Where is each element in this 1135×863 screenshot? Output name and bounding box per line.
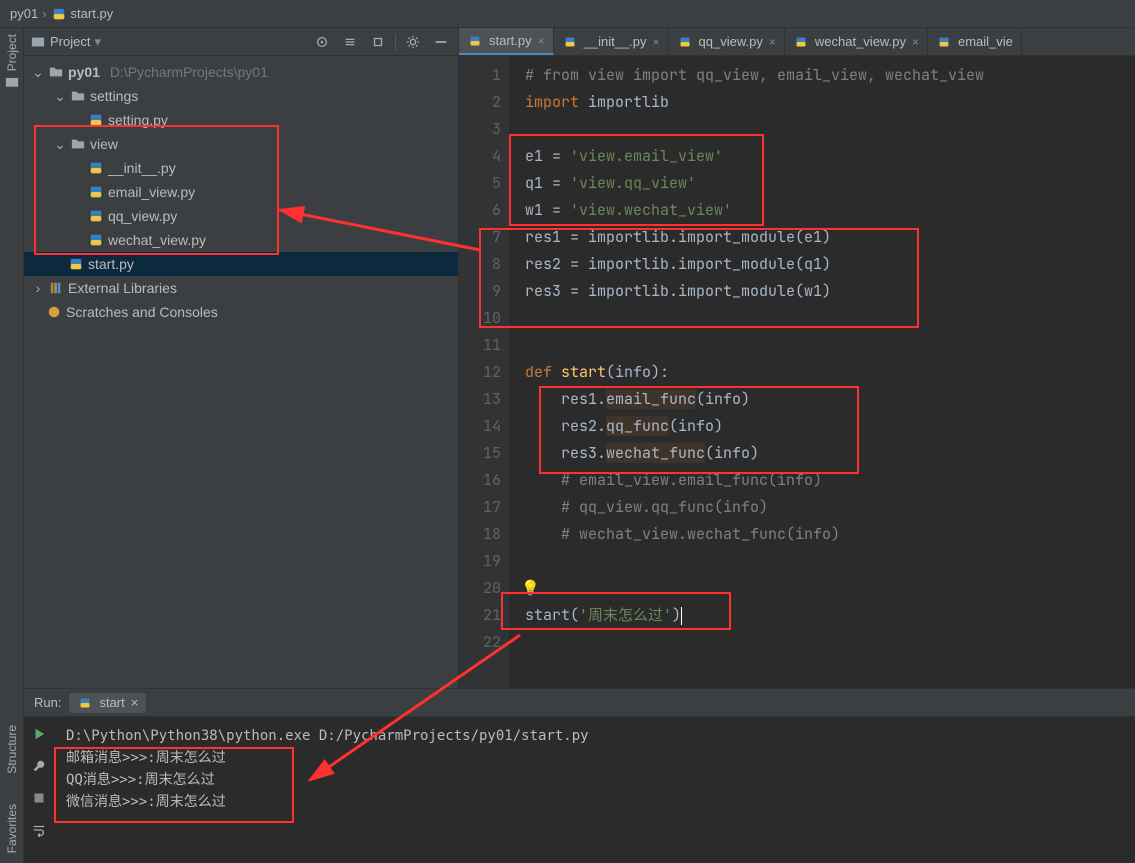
tab-email-view-py[interactable]: email_vie bbox=[928, 28, 1022, 55]
tree-scratches[interactable]: Scratches and Consoles bbox=[24, 300, 458, 324]
breadcrumb-file[interactable]: start.py bbox=[71, 6, 114, 21]
chevron-down-icon[interactable]: ⌄ bbox=[54, 88, 66, 105]
root-name: py01 bbox=[68, 64, 100, 80]
chevron-down-icon[interactable]: ⌄ bbox=[32, 64, 44, 81]
tree-email-view-py[interactable]: email_view.py bbox=[24, 180, 458, 204]
run-cmd-line: D:\Python\Python38\python.exe D:/Pycharm… bbox=[66, 725, 1123, 747]
run-play-icon[interactable] bbox=[28, 723, 50, 745]
expand-all-icon[interactable] bbox=[339, 31, 361, 53]
run-output-line: 邮箱消息>>>:周末怎么过 bbox=[66, 747, 1123, 769]
file-label: setting.py bbox=[108, 112, 168, 128]
file-label: qq_view.py bbox=[108, 208, 177, 224]
close-icon[interactable]: × bbox=[131, 695, 139, 710]
run-tool-window: Run: start × D:\Python\Python38\python.e… bbox=[24, 688, 1135, 863]
soft-wrap-icon[interactable] bbox=[28, 819, 50, 841]
library-icon bbox=[48, 280, 64, 296]
sidebar-title: Project bbox=[50, 34, 90, 49]
hide-icon[interactable] bbox=[430, 31, 452, 53]
chevron-right-icon: › bbox=[42, 6, 46, 21]
close-icon[interactable]: × bbox=[769, 35, 776, 49]
tree-init-py[interactable]: __init__.py bbox=[24, 156, 458, 180]
file-label: __init__.py bbox=[108, 160, 176, 176]
stop-icon[interactable] bbox=[28, 787, 50, 809]
folder-icon bbox=[48, 64, 64, 80]
locate-icon[interactable] bbox=[311, 31, 333, 53]
run-output-line: QQ消息>>>:周末怎么过 bbox=[66, 769, 1123, 791]
run-toolbar bbox=[24, 717, 54, 863]
collapse-all-icon[interactable] bbox=[367, 31, 389, 53]
scratch-icon bbox=[46, 304, 62, 320]
python-file-icon bbox=[88, 208, 104, 224]
python-file-icon bbox=[68, 256, 84, 272]
folder-icon bbox=[70, 136, 86, 152]
tree-view-folder[interactable]: ⌄ view bbox=[24, 132, 458, 156]
run-output-line: 微信消息>>>:周末怎么过 bbox=[66, 791, 1123, 813]
divider bbox=[395, 34, 396, 50]
tree-root[interactable]: ⌄ py01 D:\PycharmProjects\py01 bbox=[24, 60, 458, 84]
python-file-icon bbox=[88, 184, 104, 200]
tab-label: email_vie bbox=[958, 34, 1013, 49]
chevron-right-icon[interactable]: › bbox=[32, 280, 44, 296]
close-icon[interactable]: × bbox=[538, 34, 545, 48]
tree-label: External Libraries bbox=[68, 280, 177, 296]
tree-qq-view-py[interactable]: qq_view.py bbox=[24, 204, 458, 228]
text-caret bbox=[681, 607, 682, 625]
breadcrumb-project[interactable]: py01 bbox=[10, 6, 38, 21]
dropdown-icon[interactable]: ▾ bbox=[94, 34, 101, 50]
tree-settings-folder[interactable]: ⌄ settings bbox=[24, 84, 458, 108]
python-file-icon bbox=[88, 160, 104, 176]
breadcrumb: py01 › start.py bbox=[0, 0, 1135, 28]
python-file-icon bbox=[88, 112, 104, 128]
folder-label: settings bbox=[90, 88, 138, 104]
tab-start-py[interactable]: start.py × bbox=[459, 28, 554, 55]
sidebar-header: Project ▾ bbox=[24, 28, 458, 56]
run-config-tab[interactable]: start × bbox=[69, 693, 146, 713]
python-file-icon bbox=[936, 34, 952, 50]
python-file-icon bbox=[793, 34, 809, 50]
intention-bulb-icon[interactable]: 💡 bbox=[521, 575, 540, 602]
tab-label: start.py bbox=[489, 33, 532, 48]
close-icon[interactable]: × bbox=[653, 35, 660, 49]
tab-label: __init__.py bbox=[584, 34, 647, 49]
rail-structure[interactable]: Structure bbox=[5, 725, 19, 774]
run-tab-label: start bbox=[99, 695, 124, 710]
tree-external-libraries[interactable]: › External Libraries bbox=[24, 276, 458, 300]
python-file-icon bbox=[88, 232, 104, 248]
folder-icon bbox=[70, 88, 86, 104]
tree-setting-py[interactable]: setting.py bbox=[24, 108, 458, 132]
editor-tabbar: start.py × __init__.py × qq_view.py × we… bbox=[459, 28, 1135, 56]
close-icon[interactable]: × bbox=[912, 35, 919, 49]
root-path: D:\PycharmProjects\py01 bbox=[110, 64, 268, 80]
tab-qq-view-py[interactable]: qq_view.py × bbox=[669, 28, 785, 55]
tab-label: wechat_view.py bbox=[815, 34, 906, 49]
left-tool-rail: Project Structure Favorites bbox=[0, 28, 24, 863]
file-label: email_view.py bbox=[108, 184, 195, 200]
tree-wechat-view-py[interactable]: wechat_view.py bbox=[24, 228, 458, 252]
wrench-icon[interactable] bbox=[28, 755, 50, 777]
file-label: start.py bbox=[88, 256, 134, 272]
project-tool-icon bbox=[30, 34, 46, 50]
tree-start-py[interactable]: start.py bbox=[24, 252, 458, 276]
chevron-down-icon[interactable]: ⌄ bbox=[54, 136, 66, 153]
rail-project[interactable]: Project bbox=[5, 34, 19, 89]
python-file-icon bbox=[51, 6, 67, 22]
tab-label: qq_view.py bbox=[699, 34, 763, 49]
run-output[interactable]: D:\Python\Python38\python.exe D:/Pycharm… bbox=[54, 717, 1135, 863]
file-label: wechat_view.py bbox=[108, 232, 206, 248]
tree-label: Scratches and Consoles bbox=[66, 304, 218, 320]
run-label: Run: bbox=[34, 695, 61, 710]
tab-wechat-view-py[interactable]: wechat_view.py × bbox=[785, 28, 928, 55]
python-file-icon bbox=[677, 34, 693, 50]
folder-label: view bbox=[90, 136, 118, 152]
python-file-icon bbox=[467, 33, 483, 49]
python-file-icon bbox=[77, 695, 93, 711]
tab-init-py[interactable]: __init__.py × bbox=[554, 28, 669, 55]
run-header: Run: start × bbox=[24, 689, 1135, 717]
python-file-icon bbox=[562, 34, 578, 50]
rail-favorites[interactable]: Favorites bbox=[5, 804, 19, 853]
settings-gear-icon[interactable] bbox=[402, 31, 424, 53]
